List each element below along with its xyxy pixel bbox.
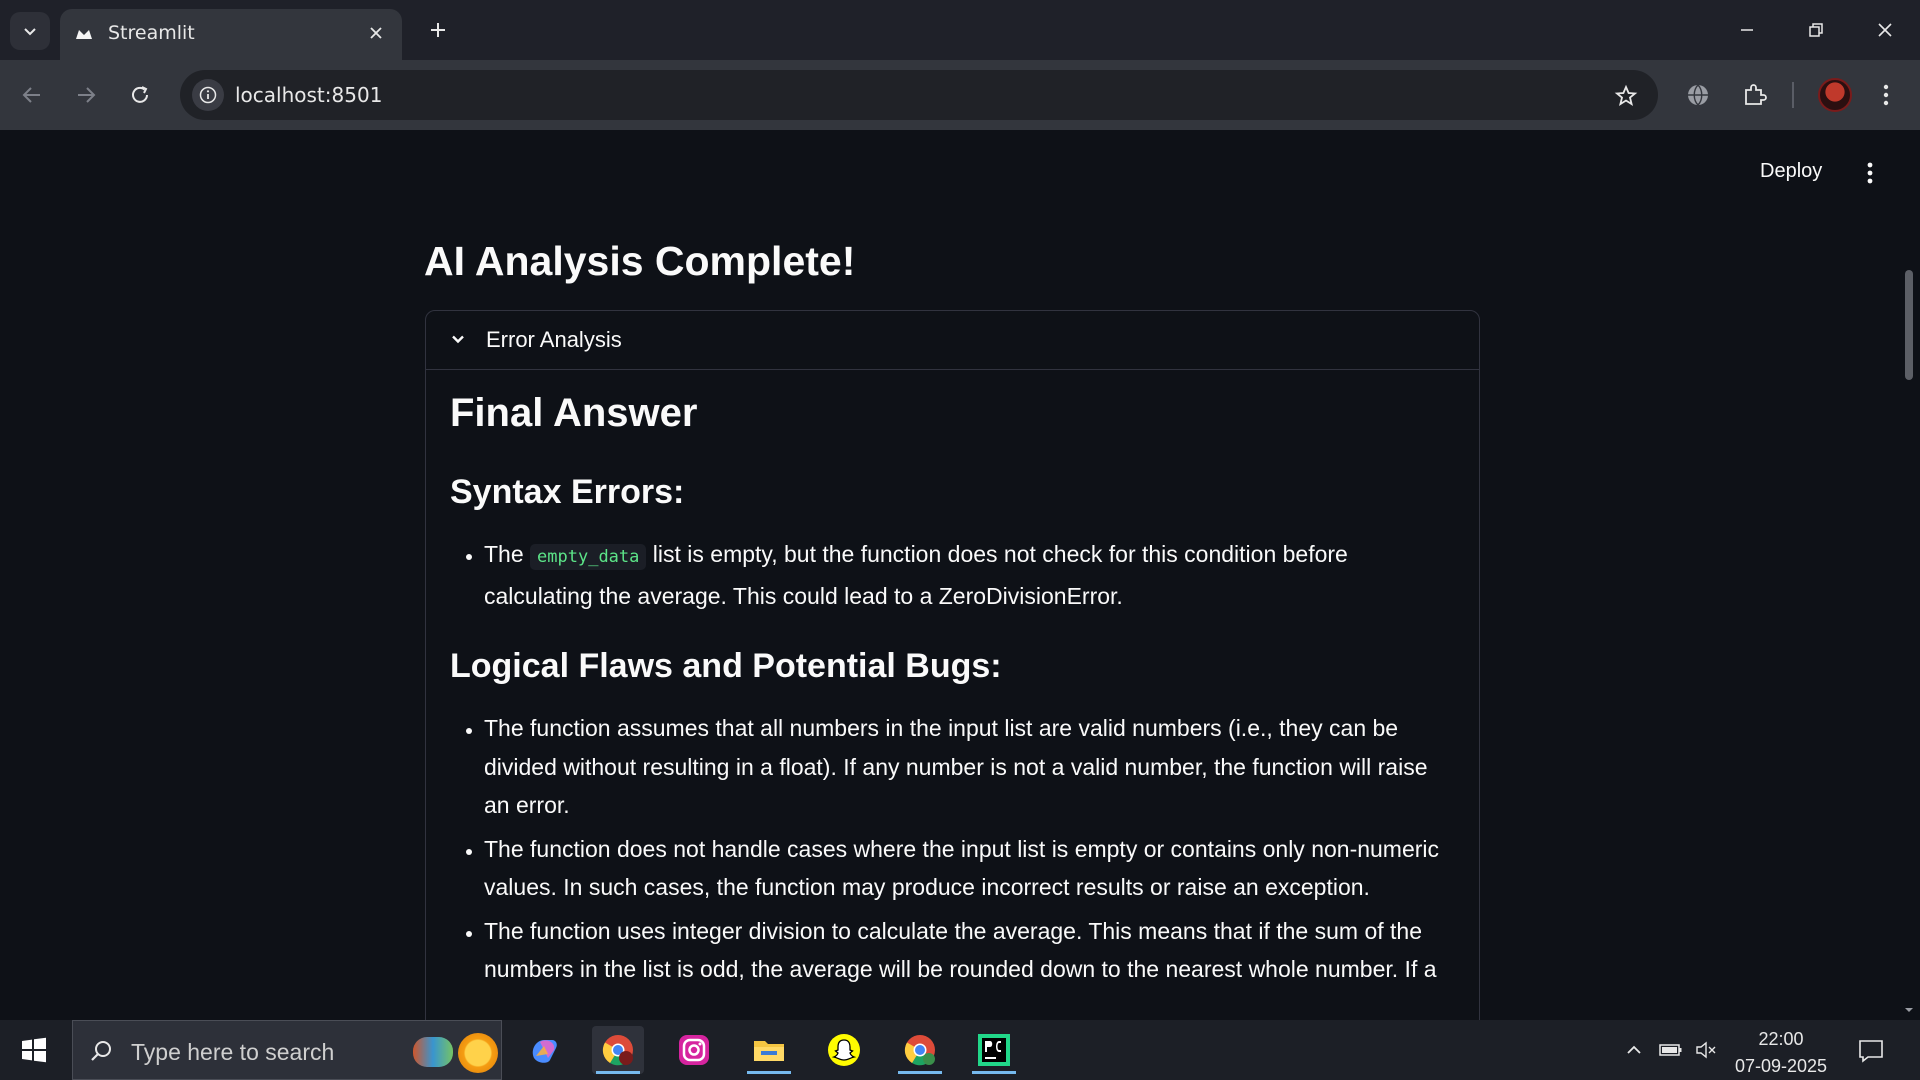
search-icon bbox=[87, 1037, 115, 1065]
syntax-errors-list: The empty_data list is empty, but the fu… bbox=[450, 535, 1450, 615]
close-icon bbox=[1878, 23, 1892, 37]
address-bar[interactable]: localhost:8501 bbox=[180, 70, 1658, 120]
list-item: The function does not handle cases where… bbox=[484, 830, 1450, 907]
expander-header[interactable]: Error Analysis bbox=[426, 311, 1479, 370]
snapchat-app[interactable] bbox=[818, 1026, 870, 1074]
close-window-button[interactable] bbox=[1860, 10, 1910, 50]
volume-muted-icon bbox=[1696, 1041, 1716, 1059]
plus-icon bbox=[431, 23, 445, 37]
search-highlight-icon bbox=[413, 1037, 453, 1067]
site-info-button[interactable] bbox=[192, 79, 224, 111]
error-analysis-expander: Error Analysis Final Answer Syntax Error… bbox=[425, 310, 1480, 1020]
streamlit-app: Deploy AI Analysis Complete! Error Analy… bbox=[0, 130, 1920, 1020]
copilot-icon bbox=[532, 1040, 557, 1063]
back-button[interactable] bbox=[14, 77, 50, 113]
forward-button[interactable] bbox=[68, 77, 104, 113]
restore-button[interactable] bbox=[1791, 10, 1841, 50]
scroll-down-arrow-icon[interactable] bbox=[1904, 1005, 1914, 1015]
page-title: AI Analysis Complete! bbox=[424, 238, 856, 284]
syntax-errors-heading: Syntax Errors: bbox=[450, 473, 685, 511]
pycharm-icon bbox=[978, 1034, 1010, 1066]
browser-tab[interactable]: Streamlit bbox=[60, 9, 402, 60]
chrome-app-active[interactable] bbox=[592, 1026, 644, 1074]
tab-title: Streamlit bbox=[108, 22, 195, 44]
active-indicator bbox=[596, 1071, 640, 1074]
logical-flaws-list: The function assumes that all numbers in… bbox=[450, 709, 1450, 989]
notification-center-button[interactable] bbox=[1856, 1036, 1886, 1066]
expander-label: Error Analysis bbox=[486, 327, 622, 352]
tab-search-button[interactable] bbox=[10, 12, 50, 50]
logical-flaws-heading: Logical Flaws and Potential Bugs: bbox=[450, 647, 1002, 685]
file-explorer-app[interactable] bbox=[743, 1026, 795, 1074]
puzzle-icon bbox=[1745, 84, 1767, 105]
info-icon bbox=[199, 86, 217, 104]
clock-date: 07-09-2025 bbox=[1734, 1056, 1828, 1076]
snapchat-icon bbox=[828, 1034, 860, 1066]
open-indicator bbox=[898, 1071, 942, 1074]
arrow-left-icon bbox=[22, 87, 40, 103]
kebab-menu-icon bbox=[1883, 84, 1889, 106]
profile-avatar[interactable] bbox=[1818, 78, 1852, 112]
volume-button[interactable] bbox=[1694, 1038, 1718, 1062]
system-clock[interactable]: 22:00 07-09-2025 bbox=[1726, 1026, 1836, 1080]
browser-menu-button[interactable] bbox=[1868, 77, 1904, 113]
app-menu-button[interactable] bbox=[1858, 158, 1882, 188]
new-tab-button[interactable] bbox=[424, 16, 452, 44]
notification-icon bbox=[1859, 1040, 1883, 1063]
taskbar-search-box[interactable]: Type here to search bbox=[72, 1020, 502, 1080]
chrome-profile-app[interactable] bbox=[894, 1026, 946, 1074]
minimize-button[interactable] bbox=[1722, 10, 1772, 50]
sun-icon bbox=[458, 1033, 498, 1073]
streamlit-logo-icon bbox=[76, 30, 92, 39]
folder-icon bbox=[754, 1041, 784, 1061]
scrollbar-thumb[interactable] bbox=[1905, 270, 1913, 380]
extensions-button[interactable] bbox=[1736, 77, 1772, 113]
globe-icon bbox=[1688, 84, 1708, 106]
show-hidden-icons-button[interactable] bbox=[1622, 1038, 1646, 1062]
browser-tab-strip: Streamlit bbox=[0, 0, 1920, 60]
minimize-icon bbox=[1741, 29, 1753, 31]
open-indicator bbox=[747, 1071, 791, 1074]
battery-button[interactable] bbox=[1659, 1038, 1683, 1062]
inline-code: empty_data bbox=[530, 544, 647, 570]
close-icon bbox=[370, 27, 382, 39]
tab-close-button[interactable] bbox=[364, 21, 388, 45]
windows-taskbar: Type here to search 22:00 07-09-2025 bbox=[0, 1020, 1920, 1080]
arrow-right-icon bbox=[78, 87, 96, 103]
chrome-icon bbox=[904, 1035, 935, 1066]
start-button[interactable] bbox=[14, 1034, 54, 1066]
final-answer-heading: Final Answer bbox=[450, 391, 698, 435]
windows-logo-icon bbox=[22, 1037, 46, 1063]
reload-icon bbox=[132, 86, 148, 103]
expander-content: Final Answer Syntax Errors: The empty_da… bbox=[450, 389, 1450, 994]
copilot-app[interactable] bbox=[518, 1026, 570, 1074]
instagram-app[interactable] bbox=[668, 1026, 720, 1074]
list-item: The empty_data list is empty, but the fu… bbox=[484, 535, 1450, 615]
translate-button[interactable] bbox=[1680, 77, 1716, 113]
chevron-down-icon bbox=[446, 327, 470, 351]
battery-icon bbox=[1659, 1044, 1682, 1056]
instagram-icon bbox=[679, 1035, 709, 1065]
open-indicator bbox=[972, 1071, 1016, 1074]
url-text[interactable]: localhost:8501 bbox=[235, 83, 382, 107]
deploy-button[interactable]: Deploy bbox=[1760, 160, 1822, 183]
restore-icon bbox=[1809, 23, 1823, 37]
toolbar-divider bbox=[1792, 82, 1794, 108]
list-item: The function uses integer division to ca… bbox=[484, 912, 1450, 989]
bookmark-button[interactable] bbox=[1612, 82, 1640, 110]
kebab-menu-icon bbox=[1867, 162, 1873, 184]
star-icon bbox=[1614, 84, 1638, 106]
chevron-down-icon bbox=[24, 28, 36, 36]
list-item: The function assumes that all numbers in… bbox=[484, 709, 1450, 825]
chrome-icon bbox=[602, 1035, 633, 1066]
clock-time: 22:00 bbox=[1758, 1029, 1804, 1049]
pycharm-app[interactable] bbox=[968, 1026, 1020, 1074]
search-placeholder: Type here to search bbox=[131, 1039, 335, 1065]
browser-toolbar: localhost:8501 bbox=[0, 60, 1920, 130]
reload-button[interactable] bbox=[122, 77, 158, 113]
chevron-up-icon bbox=[1627, 1045, 1641, 1054]
